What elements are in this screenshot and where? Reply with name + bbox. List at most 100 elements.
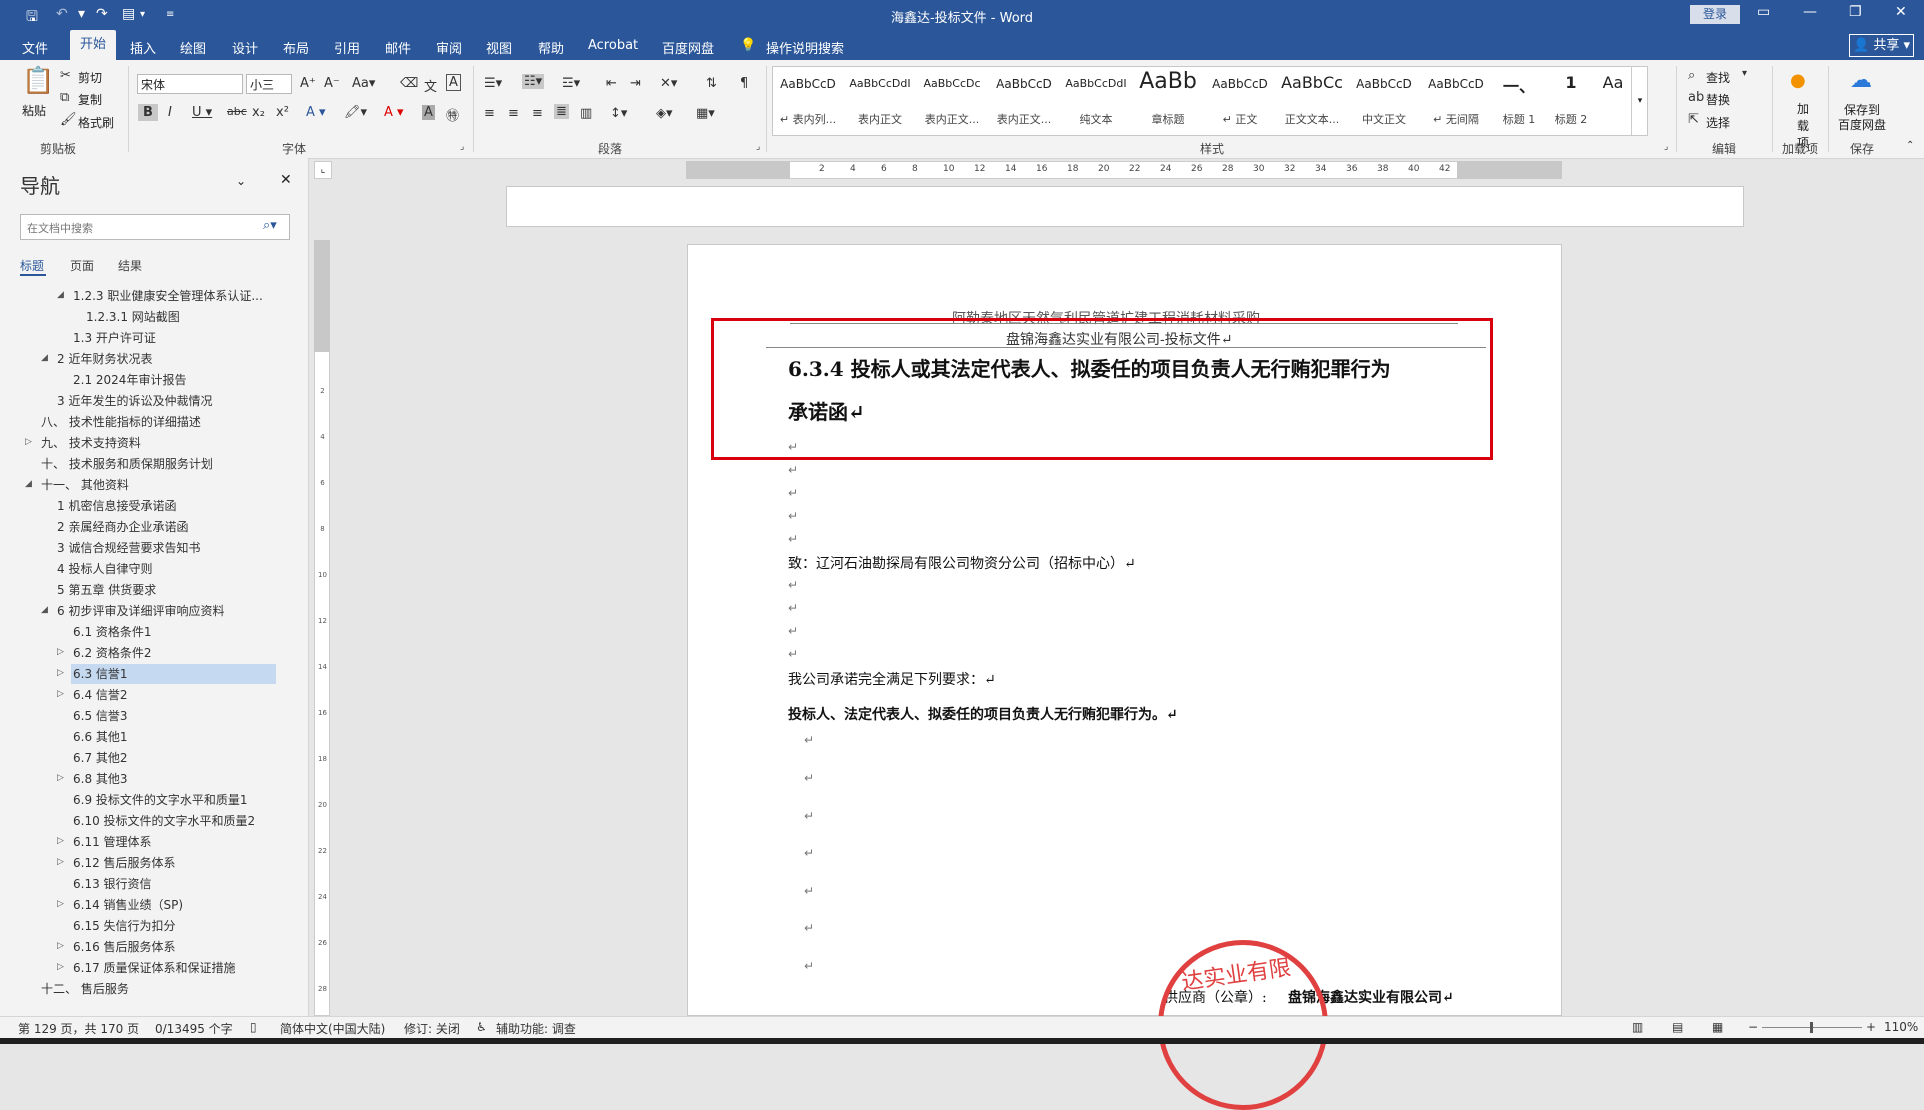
collapse-ribbon-icon[interactable]: ⌃ bbox=[1906, 140, 1914, 151]
page-count[interactable]: 第 129 页，共 170 页 bbox=[18, 1020, 139, 1037]
styles-dialog-launcher-icon[interactable]: ⌟ bbox=[1664, 142, 1668, 152]
nav-heading-item[interactable]: 6.13 银行资信 bbox=[71, 874, 276, 894]
nav-heading-item[interactable]: 6 初步评审及详细评审响应资料 bbox=[55, 601, 276, 621]
italic-icon[interactable]: I bbox=[168, 105, 172, 120]
copy-icon[interactable]: ⧉ bbox=[60, 90, 69, 105]
restore-icon[interactable]: ❐ bbox=[1849, 4, 1862, 20]
minimize-icon[interactable]: — bbox=[1803, 4, 1817, 20]
nav-tab-headings[interactable]: 标题 bbox=[20, 257, 44, 274]
nav-heading-item[interactable]: 6.16 售后服务体系 bbox=[71, 937, 276, 957]
style-item[interactable]: AaBbCcD ↵ 正文 bbox=[1205, 67, 1275, 135]
style-item[interactable]: AaBbCcD 中文正文 bbox=[1349, 67, 1419, 135]
select-icon[interactable]: ⇱ bbox=[1688, 112, 1699, 127]
proofing-icon[interactable]: ▯ bbox=[250, 1020, 257, 1034]
paragraph-dialog-launcher-icon[interactable]: ⌟ bbox=[756, 142, 760, 152]
tab-review[interactable]: 审阅 bbox=[436, 38, 462, 57]
login-button[interactable]: 登录 bbox=[1690, 5, 1740, 24]
nav-close-icon[interactable]: ✕ bbox=[280, 172, 292, 188]
nav-heading-item[interactable]: 6.6 其他1 bbox=[71, 727, 276, 747]
nav-heading-item[interactable]: 2 亲属经商办企业承诺函 bbox=[55, 517, 276, 537]
underline-icon[interactable]: U ▾ bbox=[192, 105, 212, 120]
nav-heading-item[interactable]: 6.11 管理体系 bbox=[71, 832, 276, 852]
expand-triangle-icon[interactable]: ▷ bbox=[57, 857, 64, 867]
zoom-level[interactable]: 110% bbox=[1884, 1020, 1918, 1034]
style-item[interactable]: AaBbCcDc 表内正文... bbox=[917, 67, 987, 135]
text-effects-icon[interactable]: A ▾ bbox=[306, 105, 326, 120]
expand-triangle-icon[interactable]: ▷ bbox=[57, 668, 64, 678]
bold-icon[interactable]: B bbox=[138, 104, 158, 121]
collapse-triangle-icon[interactable]: ◢ bbox=[41, 353, 48, 363]
tab-layout[interactable]: 布局 bbox=[283, 38, 309, 57]
nav-heading-item[interactable]: 6.8 其他3 bbox=[71, 769, 276, 789]
nav-heading-item[interactable]: 6.15 失信行为扣分 bbox=[71, 916, 276, 936]
nav-heading-item[interactable]: 5 第五章 供货要求 bbox=[55, 580, 276, 600]
replace-button[interactable]: 替换 bbox=[1706, 91, 1730, 108]
nav-heading-item[interactable]: 6.3 信誉1 bbox=[71, 664, 276, 684]
center-icon[interactable]: ≡ bbox=[508, 106, 519, 121]
share-button[interactable]: 👤 共享 ▾ bbox=[1849, 34, 1914, 57]
style-item[interactable]: 1 标题 2 bbox=[1547, 67, 1595, 135]
paste-button[interactable]: 粘贴 bbox=[22, 102, 46, 119]
vertical-ruler[interactable]: 42246810121416182022242628 bbox=[314, 240, 330, 1016]
tab-file[interactable]: 文件 bbox=[22, 38, 48, 57]
grow-font-icon[interactable]: A⁺ bbox=[300, 76, 316, 91]
nav-heading-item[interactable]: 6.17 质量保证体系和保证措施 bbox=[71, 958, 276, 978]
zoom-out-icon[interactable]: − bbox=[1748, 1020, 1758, 1034]
tab-references[interactable]: 引用 bbox=[334, 38, 360, 57]
expand-triangle-icon[interactable]: ▷ bbox=[57, 941, 64, 951]
shrink-font-icon[interactable]: A⁻ bbox=[324, 76, 340, 91]
align-left-icon[interactable]: ≡ bbox=[484, 106, 495, 121]
horizontal-ruler[interactable]: 6422468101214161820222426283032343638404… bbox=[686, 161, 1562, 179]
expand-triangle-icon[interactable]: ▷ bbox=[57, 773, 64, 783]
font-color-icon[interactable]: A ▾ bbox=[384, 105, 404, 120]
change-case-icon[interactable]: Aa▾ bbox=[352, 76, 375, 91]
tab-insert[interactable]: 插入 bbox=[130, 38, 156, 57]
expand-triangle-icon[interactable]: ▷ bbox=[25, 437, 32, 447]
nav-heading-item[interactable]: 十、 技术服务和质保期服务计划 bbox=[39, 454, 276, 474]
find-dropdown-icon[interactable]: ▾ bbox=[1742, 68, 1747, 79]
tab-mailings[interactable]: 邮件 bbox=[385, 38, 411, 57]
style-item[interactable]: AaBb 章标题 bbox=[1133, 67, 1203, 135]
nav-heading-item[interactable]: 6.2 资格条件2 bbox=[71, 643, 276, 663]
bullets-icon[interactable]: ☰▾ bbox=[484, 76, 502, 91]
find-button[interactable]: 查找 bbox=[1706, 69, 1730, 86]
phonetic-guide-icon[interactable]: 文 bbox=[424, 76, 437, 95]
close-window-icon[interactable]: ✕ bbox=[1895, 4, 1907, 20]
nav-heading-item[interactable]: 6.5 信誉3 bbox=[71, 706, 276, 726]
increase-indent-icon[interactable]: ⇥ bbox=[630, 76, 641, 91]
nav-heading-item[interactable]: 八、 技术性能指标的详细描述 bbox=[39, 412, 276, 432]
nav-heading-item[interactable]: 6.10 投标文件的文字水平和质量2 bbox=[71, 811, 276, 831]
style-item[interactable]: AaBbCcD ↵ 无间隔 bbox=[1421, 67, 1491, 135]
tab-view[interactable]: 视图 bbox=[486, 38, 512, 57]
nav-options-icon[interactable]: ⌄ bbox=[236, 174, 246, 188]
collapse-triangle-icon[interactable]: ◢ bbox=[25, 479, 32, 489]
tab-baidu[interactable]: 百度网盘 bbox=[662, 38, 714, 57]
expand-triangle-icon[interactable]: ▷ bbox=[57, 899, 64, 909]
expand-triangle-icon[interactable]: ▷ bbox=[57, 962, 64, 972]
cut-icon[interactable]: ✂ bbox=[60, 68, 71, 83]
nav-tab-pages[interactable]: 页面 bbox=[70, 257, 94, 274]
enclose-char-icon[interactable]: ㊕ bbox=[446, 105, 459, 124]
nav-search-input[interactable] bbox=[25, 218, 259, 238]
show-marks-icon[interactable]: ¶ bbox=[740, 76, 748, 91]
tab-draw[interactable]: 绘图 bbox=[180, 38, 206, 57]
select-button[interactable]: 选择 bbox=[1706, 114, 1730, 131]
decrease-indent-icon[interactable]: ⇤ bbox=[606, 76, 617, 91]
ribbon-display-icon[interactable]: ▭ bbox=[1757, 4, 1770, 20]
tab-design[interactable]: 设计 bbox=[232, 38, 258, 57]
style-item[interactable]: AaBbCcDdI 纯文本 bbox=[1061, 67, 1131, 135]
accessibility-status[interactable]: 辅助功能: 调查 bbox=[496, 1020, 576, 1037]
nav-heading-item[interactable]: 3 诚信合规经营要求告知书 bbox=[55, 538, 276, 558]
style-item[interactable]: AaBbCc 正文文本... bbox=[1277, 67, 1347, 135]
strikethrough-icon[interactable]: abc bbox=[227, 105, 247, 118]
subscript-icon[interactable]: x₂ bbox=[252, 105, 265, 120]
tab-help[interactable]: 帮助 bbox=[538, 38, 564, 57]
tab-selector[interactable]: ⌞ bbox=[314, 161, 332, 179]
nav-heading-item[interactable]: 2 近年财务状况表 bbox=[55, 349, 276, 369]
style-item[interactable]: 一、 标题 1 bbox=[1493, 67, 1545, 135]
nav-heading-item[interactable]: 6.9 投标文件的文字水平和质量1 bbox=[71, 790, 276, 810]
char-shading-icon[interactable]: A bbox=[422, 105, 435, 120]
nav-heading-item[interactable]: 1.3 开户许可证 bbox=[71, 328, 276, 348]
collapse-triangle-icon[interactable]: ◢ bbox=[41, 605, 48, 615]
copy-button[interactable]: 复制 bbox=[78, 91, 102, 108]
